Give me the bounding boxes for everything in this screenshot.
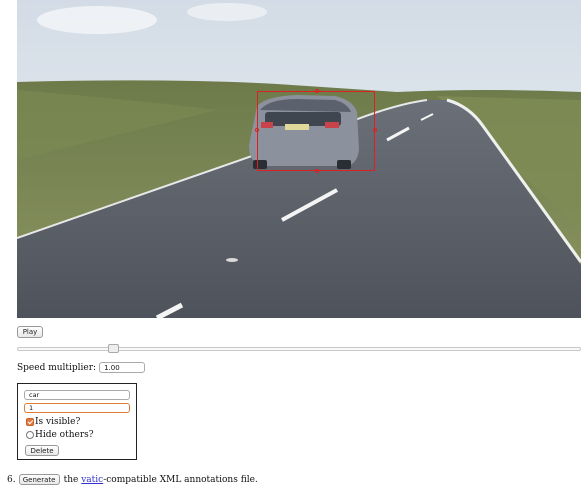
- bbox-top-handle[interactable]: [315, 89, 319, 93]
- object-label-input[interactable]: car: [24, 390, 130, 400]
- hide-others-checkbox[interactable]: [26, 431, 34, 439]
- bbox-left-handle[interactable]: [255, 128, 259, 132]
- speed-input[interactable]: 1.00: [99, 362, 146, 373]
- bbox-right-handle[interactable]: [373, 128, 377, 132]
- footer-text-before: the: [63, 474, 79, 485]
- hide-others-row: Hide others?: [26, 430, 94, 440]
- is-visible-label: Is visible?: [35, 417, 81, 427]
- speed-label: Speed multiplier:: [17, 362, 97, 373]
- bbox-bottom-handle[interactable]: [315, 169, 319, 173]
- object-panel: car 1 Is visible? Hide others? Delete: [17, 383, 137, 460]
- video-frame[interactable]: [17, 0, 581, 318]
- footer-text-after: -compatible XML annotations file.: [103, 474, 258, 485]
- hide-others-label: Hide others?: [35, 430, 94, 440]
- speed-row: Speed multiplier: 1.00: [17, 362, 146, 373]
- generate-row: 6. Generate the vatic -compatible XML ann…: [7, 474, 258, 485]
- generate-button[interactable]: Generate: [18, 474, 60, 485]
- step-number: 6.: [7, 474, 16, 485]
- play-button[interactable]: Play: [17, 326, 43, 338]
- timeline-slider-handle[interactable]: [108, 344, 119, 353]
- object-id-input[interactable]: 1: [24, 403, 130, 413]
- timeline-slider[interactable]: [17, 347, 581, 351]
- annotation-bounding-box[interactable]: [255, 89, 377, 173]
- is-visible-checkbox[interactable]: [26, 418, 34, 426]
- delete-button[interactable]: Delete: [25, 445, 59, 456]
- vatic-link[interactable]: vatic: [81, 475, 103, 485]
- visible-row: Is visible?: [26, 417, 80, 427]
